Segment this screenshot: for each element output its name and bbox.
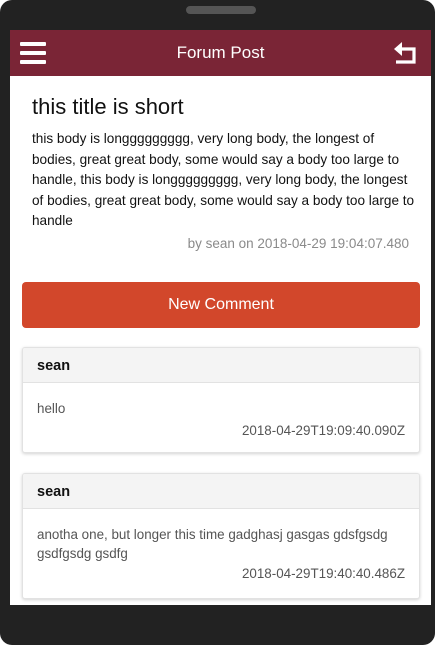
device-frame: Forum Post this title is short this body… [0,0,435,645]
comment-text: anotha one, but longer this time gadghas… [37,527,388,561]
device-speaker [186,6,256,14]
comment-text: hello [37,401,66,416]
new-comment-button[interactable]: New Comment [22,282,420,328]
device-bottom-bezel [0,575,435,645]
page-title: Forum Post [176,43,265,62]
comment-date: 2018-04-29T19:09:40.090Z [241,423,405,438]
comment-author: sean [23,474,419,509]
app-screen: Forum Post this title is short this body… [10,30,431,605]
hamburger-menu-icon[interactable] [20,42,46,64]
comment-author: sean [23,348,419,383]
return-arrow-icon[interactable] [393,40,419,66]
post-body: this body is longgggggggg, very long bod… [32,131,415,228]
post-title: this title is short [32,94,184,119]
post-meta: by sean on 2018-04-29 19:04:07.480 [187,236,409,251]
comment-card: sean hello 2018-04-29T19:09:40.090Z [22,347,420,453]
app-bar: Forum Post [10,30,431,76]
